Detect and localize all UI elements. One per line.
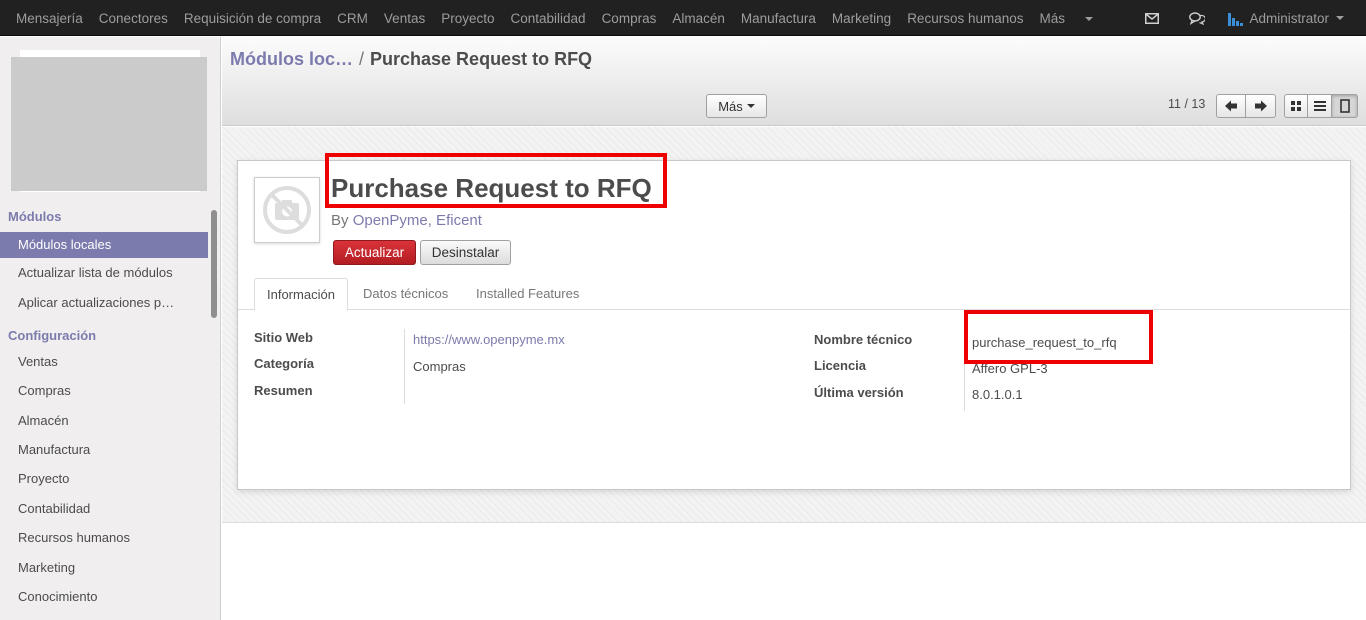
user-menu[interactable]: Administrator: [1227, 9, 1344, 27]
sidebar-section-modulos: Módulos: [8, 209, 62, 224]
technical-name-label: Nombre técnico: [814, 332, 913, 347]
category-value: Compras: [413, 359, 466, 374]
sidebar-item-almacen[interactable]: Almacén: [0, 408, 208, 434]
sidebar-item-aplicar-actualizaciones[interactable]: Aplicar actualizaciones p…: [0, 290, 208, 316]
menu-crm[interactable]: CRM: [337, 11, 368, 26]
tab-datos-tecnicos[interactable]: Datos técnicos: [351, 278, 460, 310]
breadcrumb-parent-link[interactable]: Módulos loc…: [230, 49, 353, 69]
control-panel: Módulos loc… / Purchase Request to RFQ Más…: [222, 37, 1366, 126]
grid-icon: [1291, 101, 1301, 111]
caret-down-icon: [746, 104, 755, 108]
sidebar-item-ventas[interactable]: Ventas: [0, 349, 208, 375]
chat-bubbles-icon[interactable]: [1189, 11, 1206, 25]
pager-buttons: [1216, 94, 1276, 118]
menu-almacen[interactable]: Almacén: [672, 11, 725, 26]
breadcrumb-separator: /: [359, 49, 365, 69]
top-navbar: Mensajería Conectores Requisición de com…: [0, 0, 1366, 36]
sidebar-item-conocimiento[interactable]: Conocimiento: [0, 584, 208, 610]
menu-manufactura[interactable]: Manufactura: [741, 11, 816, 26]
menu-compras[interactable]: Compras: [602, 11, 657, 26]
top-menu: Mensajería Conectores Requisición de com…: [16, 0, 1109, 36]
menu-marketing[interactable]: Marketing: [832, 11, 891, 26]
update-button[interactable]: Actualizar: [333, 240, 416, 265]
module-icon: [254, 177, 320, 243]
view-switcher: [1284, 94, 1358, 118]
menu-mas[interactable]: Más: [1040, 11, 1094, 26]
form-icon: [1339, 99, 1350, 113]
next-record-button[interactable]: [1246, 94, 1276, 118]
menu-proyecto[interactable]: Proyecto: [441, 11, 494, 26]
module-author-names: OpenPyme, Eficent: [352, 212, 482, 229]
module-authors: By OpenPyme, Eficent: [331, 212, 482, 229]
sidebar-item-contabilidad[interactable]: Contabilidad: [0, 496, 208, 522]
breadcrumb: Módulos loc… / Purchase Request to RFQ: [230, 49, 592, 70]
sidebar-item-proyecto[interactable]: Proyecto: [0, 466, 208, 492]
menu-recursos-humanos[interactable]: Recursos humanos: [907, 11, 1023, 26]
field-divider: [404, 329, 405, 404]
sidebar-section-configuracion: Configuración: [8, 328, 97, 343]
list-view-button[interactable]: [1308, 94, 1332, 118]
more-actions-button[interactable]: Más: [706, 94, 767, 118]
form-view-button[interactable]: [1332, 94, 1358, 118]
menu-mas-label: Más: [1039, 10, 1066, 26]
user-name: Administrator: [1249, 10, 1329, 26]
caret-down-icon: [1336, 16, 1344, 20]
avatar: [1227, 9, 1245, 27]
menu-mensajeria[interactable]: Mensajería: [16, 11, 83, 26]
sidebar-item-marketing[interactable]: Marketing: [0, 555, 208, 581]
pager-counter: 11 / 13: [1168, 97, 1206, 111]
technical-name-highlight-box: [964, 310, 1153, 364]
arrow-left-icon: [1225, 100, 1237, 112]
category-label: Categoría: [254, 356, 314, 371]
tab-informacion[interactable]: Información: [254, 278, 348, 311]
menu-conectores[interactable]: Conectores: [99, 11, 168, 26]
title-highlight-box: [325, 153, 667, 208]
kanban-view-button[interactable]: [1284, 94, 1308, 118]
uninstall-button[interactable]: Desinstalar: [420, 240, 511, 265]
tab-installed-features[interactable]: Installed Features: [464, 278, 591, 310]
latest-version-label: Última versión: [814, 385, 904, 400]
latest-version-value: 8.0.1.0.1: [972, 387, 1023, 402]
license-label: Licencia: [814, 358, 867, 373]
menu-ventas[interactable]: Ventas: [384, 11, 425, 26]
more-actions-label: Más: [718, 98, 743, 114]
summary-label: Resumen: [254, 383, 313, 398]
list-icon: [1313, 101, 1326, 111]
arrow-right-icon: [1254, 100, 1267, 112]
sidebar-item-manufactura[interactable]: Manufactura: [0, 437, 208, 463]
form-sheet: Purchase Request to RFQ By OpenPyme, Efi…: [237, 160, 1351, 490]
website-label: Sitio Web: [254, 330, 313, 345]
website-link[interactable]: https://www.openpyme.mx: [413, 332, 565, 347]
notebook-tabs: Información Datos técnicos Installed Fea…: [238, 277, 1350, 311]
caret-down-icon: [1085, 16, 1094, 21]
sidebar-item-actualizar-lista[interactable]: Actualizar lista de módulos: [0, 260, 208, 286]
sidebar-item-modulos-locales[interactable]: Módulos locales: [0, 232, 208, 258]
no-image-camera-icon: [263, 186, 311, 234]
sidebar: Módulos Módulos locales Actualizar lista…: [0, 37, 221, 620]
top-right-tools: Administrator: [1115, 0, 1344, 36]
menu-contabilidad[interactable]: Contabilidad: [511, 11, 586, 26]
previous-record-button[interactable]: [1216, 94, 1246, 118]
sidebar-item-compras[interactable]: Compras: [0, 378, 208, 404]
breadcrumb-current: Purchase Request to RFQ: [370, 49, 593, 69]
by-prefix: By: [331, 212, 349, 229]
sidebar-scrollbar[interactable]: [211, 210, 217, 318]
envelope-icon[interactable]: [1145, 12, 1160, 24]
company-logo[interactable]: [11, 57, 207, 191]
menu-requisicion-compra[interactable]: Requisición de compra: [184, 11, 321, 26]
sidebar-item-recursos-humanos[interactable]: Recursos humanos: [0, 525, 208, 551]
